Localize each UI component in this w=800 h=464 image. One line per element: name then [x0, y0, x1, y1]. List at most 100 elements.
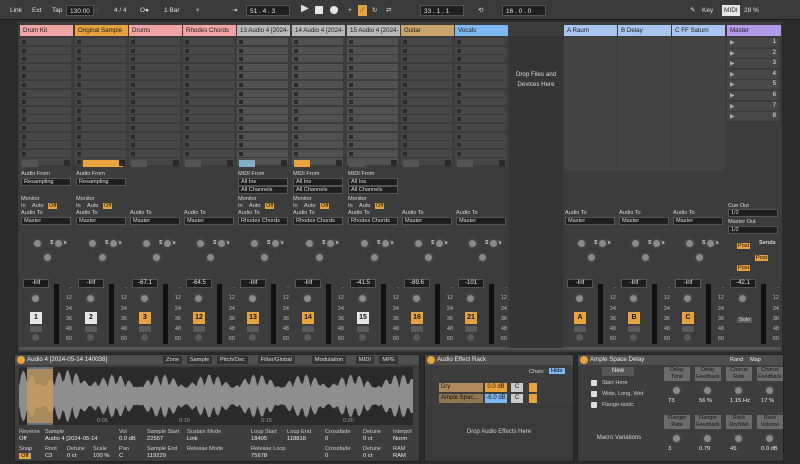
track-1-clip-stop-icon[interactable]	[22, 151, 26, 156]
track-9-clip-stop-icon[interactable]	[457, 40, 461, 44]
track-7-clip-slot[interactable]	[347, 54, 398, 63]
track-4-clip-slot[interactable]	[183, 114, 234, 123]
rack-chain-pan[interactable]: C	[511, 383, 523, 392]
track-5-activator-button[interactable]: 13	[247, 312, 259, 324]
macro-8-knob[interactable]	[764, 433, 775, 444]
track-6-clip-stop-icon[interactable]	[294, 74, 298, 79]
track-3-pan-knob[interactable]	[139, 293, 150, 304]
return-a-send-b-knob[interactable]	[597, 238, 608, 249]
track-9-pan-knob[interactable]	[465, 293, 476, 304]
return-c-solo-button[interactable]	[682, 326, 694, 332]
cue-out-select[interactable]: 1/2	[728, 209, 778, 217]
track-3-clip-slot[interactable]	[129, 54, 180, 63]
rack-chain-pan[interactable]: C	[511, 394, 523, 403]
rack-chain-name[interactable]: Dry	[439, 383, 483, 392]
track-2-send-b-knob[interactable]	[108, 238, 119, 249]
track-9-clip-slot[interactable]	[455, 97, 506, 106]
track-3-clip-slot[interactable]	[129, 71, 180, 80]
scene-play-icon[interactable]: ▶	[730, 81, 735, 88]
post-button[interactable]: Post	[737, 243, 751, 249]
macro-2-knob[interactable]	[702, 385, 713, 396]
track-2-clip-slot[interactable]	[75, 37, 126, 45]
track-9-clip-slot[interactable]	[455, 114, 506, 123]
track-1-clip-slot[interactable]	[20, 37, 71, 45]
track-1-send-c-knob[interactable]	[42, 252, 53, 263]
track-5-monitor-off[interactable]: Off	[265, 203, 275, 209]
macro-3-name[interactable]: Chorus Rate	[726, 367, 752, 381]
track-8-output-select[interactable]: Master	[402, 217, 452, 225]
track-3-send-b-knob[interactable]	[162, 238, 173, 249]
track-7-clip-slot[interactable]	[347, 131, 398, 140]
track-7-output-select[interactable]: Rhodes Chords	[348, 217, 398, 225]
track-7-clip-slot[interactable]	[347, 37, 398, 45]
macro-1-name[interactable]: Delay Time	[664, 367, 690, 381]
track-2-stop-button[interactable]	[119, 160, 125, 166]
track-6-clip-stop-icon[interactable]	[294, 100, 298, 105]
track-7-clip-stop-icon[interactable]	[349, 151, 353, 156]
track-5-clip-stop-icon[interactable]	[239, 91, 243, 96]
track-4-stop-button[interactable]	[227, 160, 233, 166]
track-8-clip-stop-icon[interactable]	[403, 126, 407, 130]
loop-start-field[interactable]: 33 . 1 . 1	[420, 5, 464, 16]
param-value[interactable]: 22557	[147, 436, 163, 442]
track-9-clip-stop-icon[interactable]	[457, 126, 461, 130]
track-9-clip-slot[interactable]	[455, 45, 506, 54]
return-b-volume-field[interactable]: -Inf	[621, 279, 647, 288]
track-7-monitor-auto[interactable]: Auto	[359, 203, 371, 209]
track-6-clip-slot[interactable]	[292, 80, 343, 88]
ext-button[interactable]: Ext	[32, 5, 41, 16]
track-5-clip-stop-icon[interactable]	[239, 57, 243, 62]
return-b-solo-button[interactable]	[628, 326, 640, 332]
track-6-clip-stop-icon[interactable]	[294, 57, 298, 62]
track-2-clip-stop-icon[interactable]	[77, 40, 81, 44]
track-8-clip-stop-icon[interactable]	[403, 48, 407, 53]
track-1-clip-stop-icon[interactable]	[22, 40, 26, 44]
track-6-clip-slot[interactable]	[292, 105, 343, 114]
scene-launch[interactable]: ▶ 8	[727, 111, 779, 122]
track-9-clip-slot[interactable]	[455, 37, 506, 45]
macro-1-knob[interactable]	[671, 385, 682, 396]
track-5-solo-button[interactable]	[247, 326, 259, 332]
track-1-activator-button[interactable]: 1	[30, 312, 42, 324]
macro-8-name[interactable]: Rack Volume	[757, 415, 783, 429]
track-2-clip-slot[interactable]	[75, 105, 126, 114]
device-on-icon[interactable]	[17, 356, 25, 364]
track-2-clip-stop-icon[interactable]	[77, 74, 81, 79]
track-2-clip-stop-icon[interactable]	[77, 83, 81, 87]
quantize-select[interactable]: 1 Bar	[164, 5, 180, 16]
track-8-send-a-knob[interactable]	[413, 238, 424, 249]
map-button[interactable]: Map	[750, 357, 761, 363]
track-1-clip-stop-icon[interactable]	[22, 134, 26, 139]
track-8-clip-slot[interactable]	[401, 97, 452, 106]
track-2-clip-stop-icon[interactable]	[77, 126, 81, 130]
rack-chain-name[interactable]: Ample Spac...	[439, 394, 483, 403]
track-6-clip-stop-icon[interactable]	[294, 117, 298, 122]
key-map-button[interactable]: Key	[702, 5, 713, 16]
track-1-clip-stop-icon[interactable]	[22, 117, 26, 122]
track-4-output-select[interactable]: Master	[184, 217, 234, 225]
scene-play-icon[interactable]: ▶	[730, 113, 735, 120]
track-4-clip-stop-icon[interactable]	[185, 151, 189, 156]
param-value[interactable]: RAM	[393, 453, 406, 459]
track-7-arm-button[interactable]	[359, 334, 366, 341]
track-5-clip-stop-icon[interactable]	[239, 143, 243, 148]
track-2-clip-slot[interactable]	[75, 88, 126, 97]
track-5-volume-field[interactable]: -Inf	[240, 279, 266, 288]
track-7-clip-stop-icon[interactable]	[349, 108, 353, 113]
param-value[interactable]: Link	[187, 436, 198, 442]
track-2-clip-slot[interactable]	[75, 140, 126, 149]
track-8-solo-button[interactable]	[411, 326, 423, 332]
record-icon[interactable]	[330, 6, 338, 14]
track-5-clip-stop-icon[interactable]	[239, 65, 243, 70]
track-2-arm-button[interactable]	[87, 334, 94, 341]
track-7-send-c-knob[interactable]	[369, 252, 380, 263]
track-7-stop-button[interactable]	[391, 160, 397, 166]
return-a-solo-button[interactable]	[574, 326, 586, 332]
track-5-clip-slot[interactable]	[237, 131, 288, 140]
track-8-clip-stop-icon[interactable]	[403, 83, 407, 87]
track-6-header[interactable]: 14 Audio 4 [2024-	[292, 25, 345, 36]
track-8-clip-slot[interactable]	[401, 105, 452, 114]
track-8-pan-knob[interactable]	[411, 293, 422, 304]
track-6-clip-slot[interactable]	[292, 54, 343, 63]
track-9-clip-stop-icon[interactable]	[457, 143, 461, 148]
